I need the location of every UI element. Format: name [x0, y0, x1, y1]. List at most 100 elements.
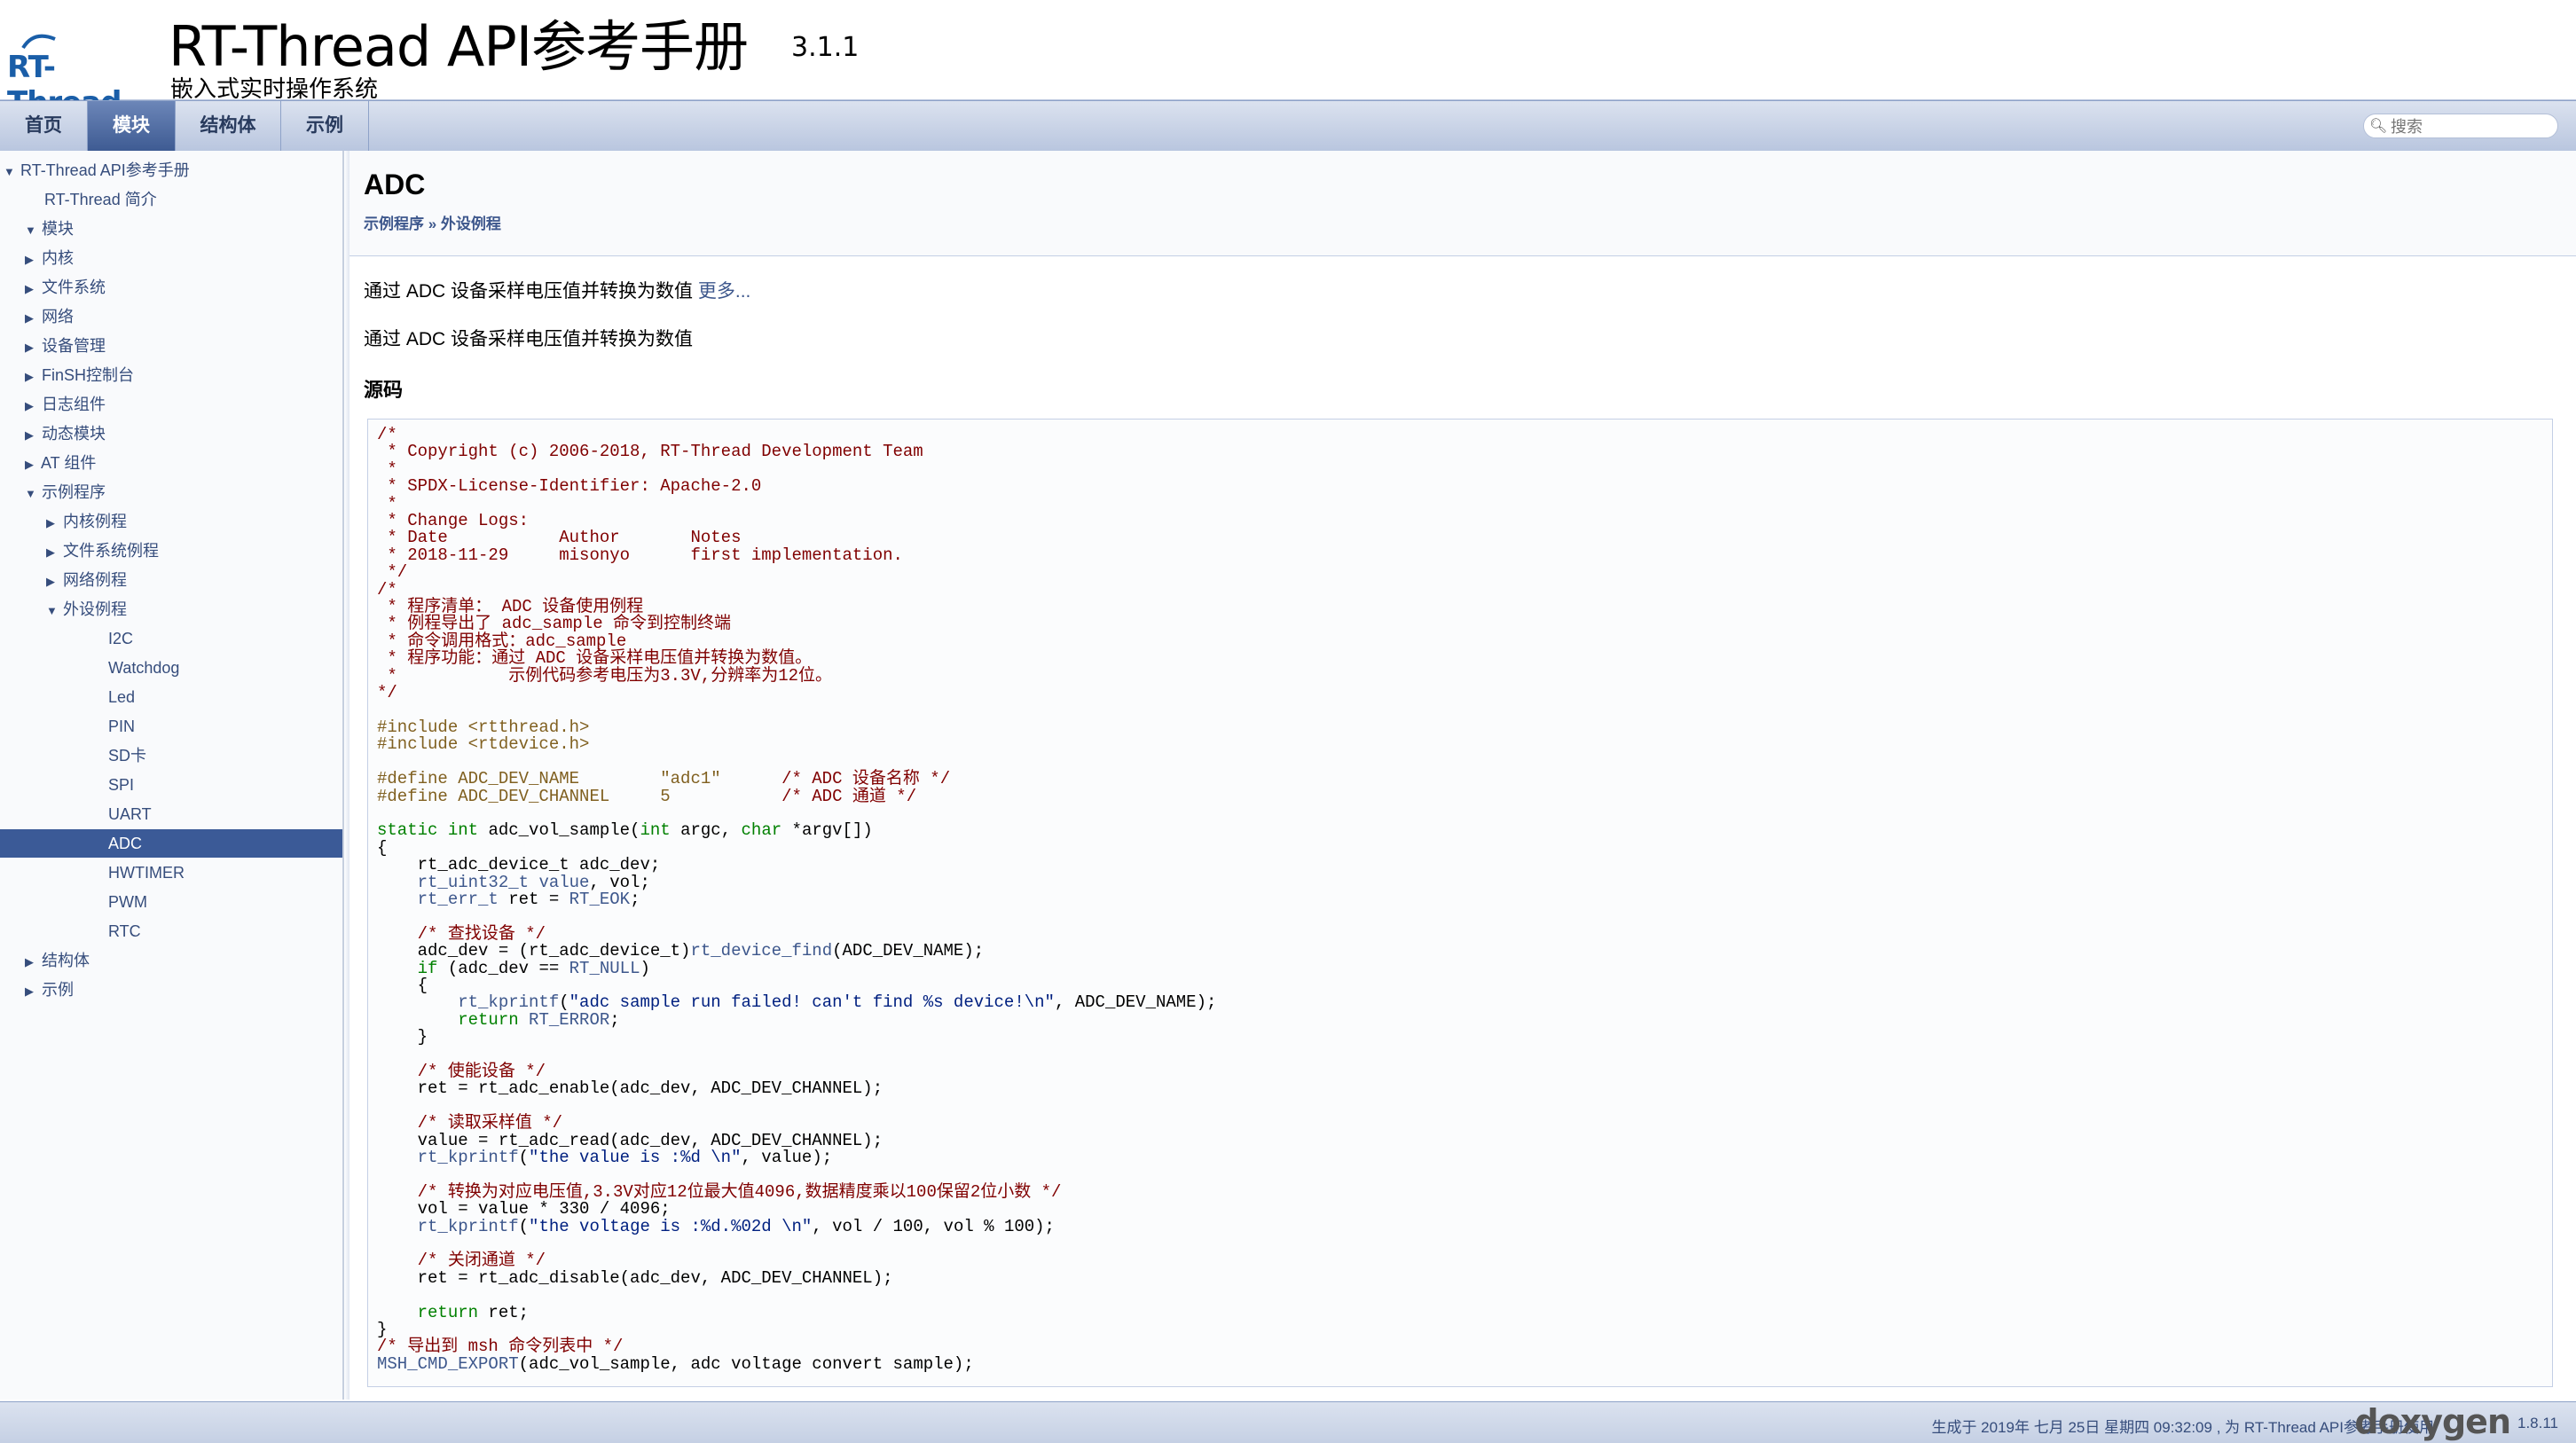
nav-tree-item[interactable]: ▼ 模块: [0, 215, 342, 243]
nav-tree-item[interactable]: HWTIMER: [0, 859, 342, 887]
nav-tree-item[interactable]: ▼ 示例程序: [0, 478, 342, 506]
nav-tree-item-label: 日志组件: [42, 396, 106, 413]
nav-tree-item[interactable]: ADC: [0, 829, 342, 858]
expanded-arrow-icon[interactable]: ▼: [25, 480, 37, 508]
nav-tree-item[interactable]: Watchdog: [0, 654, 342, 682]
nav-tree-item-label: 文件系统例程: [63, 542, 160, 560]
code-token: (adc_vol_sample, adc voltage convert sam…: [518, 1353, 974, 1374]
nav-tree-item[interactable]: ▶ 示例: [0, 976, 342, 1004]
nav-tree-item[interactable]: ▼ RT-Thread API参考手册: [0, 156, 342, 184]
collapsed-arrow-icon[interactable]: ▶: [25, 304, 37, 333]
code-token: return: [417, 1302, 479, 1322]
code-token: ;: [609, 1009, 620, 1030]
collapsed-arrow-icon[interactable]: ▶: [46, 568, 59, 596]
collapsed-arrow-icon[interactable]: ▶: [46, 538, 59, 567]
expanded-arrow-icon[interactable]: ▼: [46, 597, 59, 625]
nav-tree-item[interactable]: ▶ FinSH控制台: [0, 361, 342, 389]
collapsed-arrow-icon[interactable]: ▶: [25, 421, 37, 450]
nav-tree-item[interactable]: ▶ 结构体: [0, 946, 342, 975]
nav-tree-item[interactable]: I2C: [0, 624, 342, 653]
code-line: rt_kprintf("the voltage is :%d.%02d \n",…: [377, 1216, 2543, 1236]
code-line: *: [377, 495, 2543, 513]
page-title: ADC: [364, 169, 426, 200]
collapsed-arrow-icon[interactable]: ▶: [25, 333, 37, 362]
nav-tree-item-label: 内核例程: [63, 513, 128, 530]
collapsed-arrow-icon[interactable]: ▶: [25, 392, 37, 420]
code-token: char: [741, 820, 782, 841]
nav-tree-item[interactable]: PWM: [0, 888, 342, 916]
nav-tree-item[interactable]: SD卡: [0, 741, 342, 770]
more-link[interactable]: 更多...: [698, 281, 751, 302]
nav-tree-item[interactable]: Led: [0, 683, 342, 711]
nav-tree-item-label: SD卡: [108, 747, 147, 765]
code-line: #define ADC_DEV_CHANNEL 5 /* ADC 通道 */: [377, 788, 2543, 805]
expanded-arrow-icon[interactable]: ▼: [4, 158, 16, 186]
code-line: adc_dev = (rt_adc_device_t)rt_device_fin…: [377, 942, 2543, 960]
tab-modules[interactable]: 模块: [88, 101, 176, 151]
nav-tree-item[interactable]: ▼ 外设例程: [0, 595, 342, 623]
code-token: *argv[]): [781, 820, 873, 841]
tab-examples[interactable]: 示例: [281, 101, 369, 151]
code-line: }: [377, 1321, 2543, 1338]
code-token: #include <rtdevice.h>: [377, 734, 590, 755]
nav-tree-item[interactable]: ▶ 文件系统例程: [0, 537, 342, 565]
expanded-arrow-icon[interactable]: ▼: [25, 216, 37, 245]
code-line: if (adc_dev == RT_NULL): [377, 960, 2543, 977]
content: ADC 示例程序 » 外设例程 通过 ADC 设备采样电压值并转换为数值 更多.…: [349, 151, 2576, 1400]
nav-tree-item-label: HWTIMER: [108, 864, 185, 882]
nav-tree-item-label: 网络例程: [63, 571, 128, 589]
nav-tree-item[interactable]: ▶ 动态模块: [0, 420, 342, 448]
search-box[interactable]: 🔍︎: [2363, 114, 2558, 138]
collapsed-arrow-icon[interactable]: ▶: [25, 363, 37, 391]
nav-tree-item[interactable]: SPI: [0, 771, 342, 799]
code-line: * 例程导出了 adc_sample 命令到控制终端: [377, 616, 2543, 632]
code-line: * Copyright (c) 2006-2018, RT-Thread Dev…: [377, 443, 2543, 460]
code-token: int: [640, 820, 671, 841]
breadcrumb: 示例程序 » 外设例程: [364, 211, 501, 233]
brief-description: 通过 ADC 设备采样电压值并转换为数值 更多...: [364, 277, 750, 303]
code-line: #include <rtdevice.h>: [377, 736, 2543, 753]
collapsed-arrow-icon[interactable]: ▶: [25, 451, 37, 479]
code-line: rt_adc_device_t adc_dev;: [377, 856, 2543, 874]
collapsed-arrow-icon[interactable]: ▶: [25, 275, 37, 303]
nav-tree-item[interactable]: RT-Thread 简介: [0, 185, 342, 214]
nav-tree-item[interactable]: RTC: [0, 917, 342, 945]
nav-tree-item[interactable]: ▶ 网络例程: [0, 566, 342, 594]
code-token: * 2018-11-29 misonyo first implementatio…: [377, 545, 903, 565]
search-icon[interactable]: 🔍︎: [2369, 117, 2387, 135]
nav-tree-item[interactable]: ▶ 网络: [0, 302, 342, 331]
code-token: (: [518, 1147, 530, 1167]
collapsed-arrow-icon[interactable]: ▶: [25, 977, 37, 1006]
collapsed-arrow-icon[interactable]: ▶: [46, 509, 59, 537]
nav-tree-item[interactable]: PIN: [0, 712, 342, 741]
search-input[interactable]: [2389, 116, 2552, 137]
nav-tree-item[interactable]: ▶ 内核: [0, 244, 342, 272]
code-line: * SPDX-License-Identifier: Apache-2.0: [377, 478, 2543, 495]
breadcrumb-link-examples[interactable]: 示例程序: [364, 216, 424, 232]
project-number: 3.1.1: [791, 32, 860, 63]
nav-tree-item-label: Led: [108, 688, 136, 706]
nav-tree-item[interactable]: ▶ 设备管理: [0, 332, 342, 360]
footer: 生成于 2019年 七月 25日 星期四 09:32:09 , 为 RT-Thr…: [0, 1401, 2576, 1443]
nav-tree-item[interactable]: UART: [0, 800, 342, 828]
nav-tree-item[interactable]: ▶ 文件系统: [0, 273, 342, 302]
tab-home[interactable]: 首页: [0, 101, 88, 151]
collapsed-arrow-icon[interactable]: ▶: [25, 246, 37, 274]
tab-structs[interactable]: 结构体: [176, 101, 281, 151]
code-fragment: /* * Copyright (c) 2006-2018, RT-Thread …: [367, 419, 2553, 1387]
breadcrumb-separator: »: [424, 216, 441, 232]
code-token: rt_kprintf: [417, 1216, 519, 1236]
doxygen-logo[interactable]: doxygen: [2354, 1402, 2511, 1441]
nav-tree-item[interactable]: ▶ 内核例程: [0, 507, 342, 536]
code-token: RT_EOK: [569, 889, 631, 909]
nav-tree-item-label: Watchdog: [108, 659, 180, 677]
code-line: #include <rtthread.h>: [377, 718, 2543, 736]
code-token: */: [377, 683, 397, 703]
nav-tree-item[interactable]: ▶ AT 组件: [0, 449, 342, 477]
code-token: "adc sample run failed! can't find %s de…: [569, 992, 1055, 1013]
collapsed-arrow-icon[interactable]: ▶: [25, 948, 37, 976]
breadcrumb-link-peripherals[interactable]: 外设例程: [441, 216, 501, 232]
nav-tree-item[interactable]: ▶ 日志组件: [0, 390, 342, 419]
